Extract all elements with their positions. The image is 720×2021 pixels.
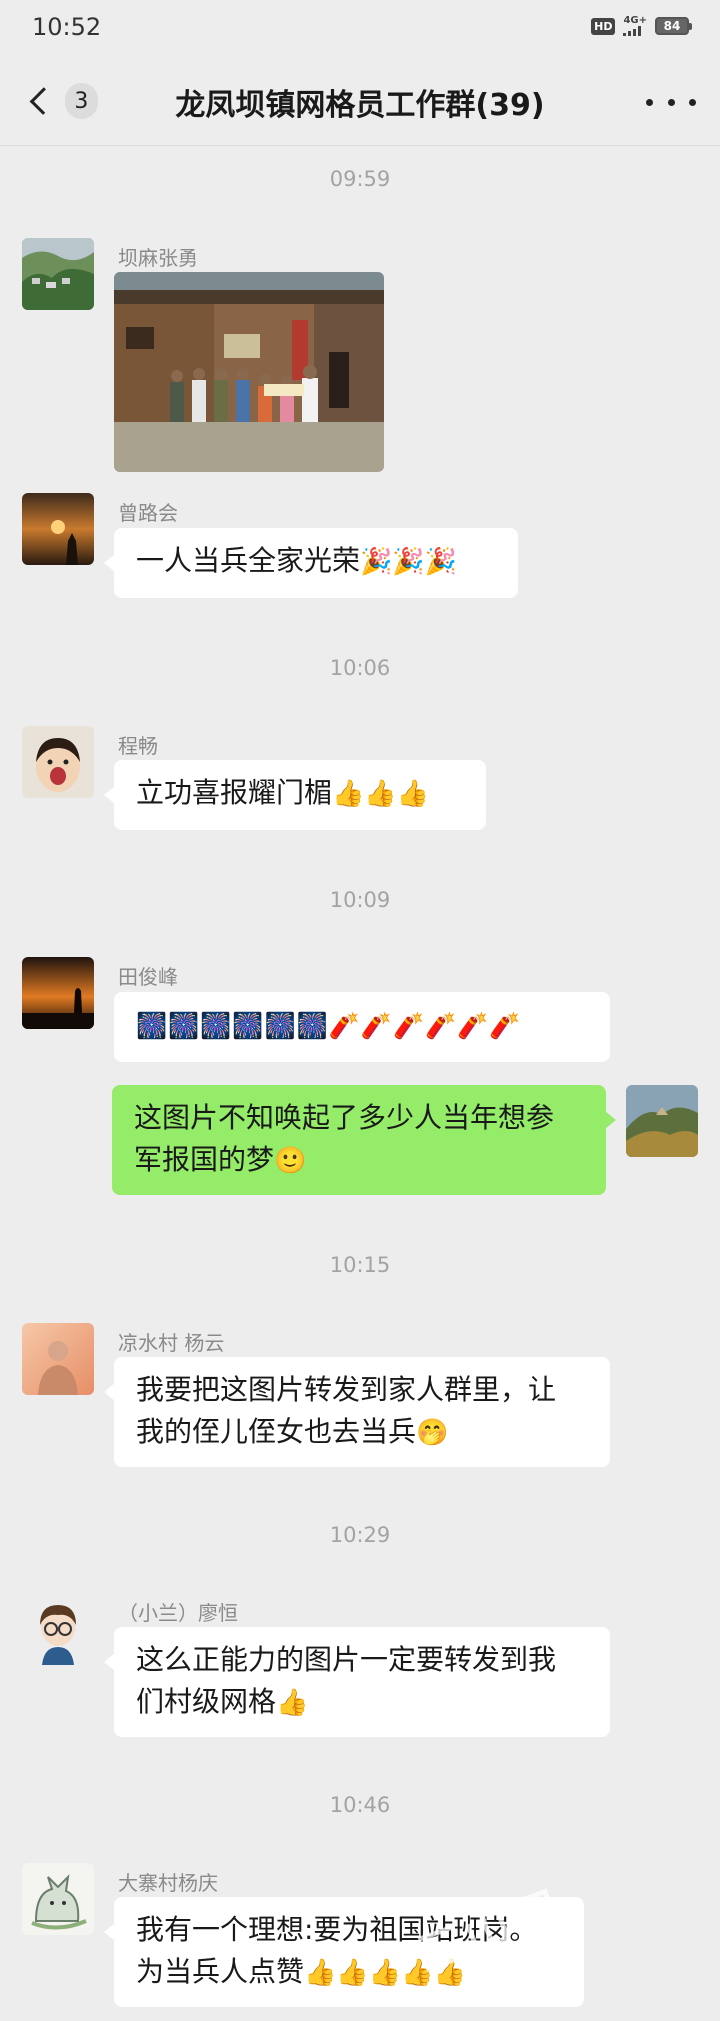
timestamp: 10:06 [329,656,391,680]
avatar[interactable] [22,726,94,798]
message-text: 立功喜报耀门楣 [136,776,333,809]
status-icons: HD 4G+ 84 [591,16,692,36]
message-text-line1: 我要把这图片转发到家人群里，让 [136,1373,557,1406]
avatar[interactable] [22,1863,94,1935]
thumbs-up-emoji: 👍👍👍 [332,779,430,809]
photo-message[interactable] [114,272,384,472]
hd-icon: HD [591,17,616,35]
sender-name: 田俊峰 [118,965,178,989]
signal-icon: 4G+ [623,16,647,36]
avatar[interactable] [22,493,94,565]
sender-name: 大寨村杨庆 [118,1871,218,1895]
sender-name: 凉水村 杨云 [118,1331,225,1355]
timestamp: 10:09 [329,888,391,912]
message-text-line2: 们村级网格 [136,1685,277,1718]
message-bubble[interactable]: 我要把这图片转发到家人群里，让 我的侄儿侄女也去当兵🤭 [104,1357,610,1467]
timestamp: 10:15 [329,1253,391,1277]
network-type: 4G+ [623,15,647,26]
thumbs-up-emoji: 👍 [276,1688,309,1718]
smile-emoji: 🙂 [274,1146,307,1176]
my-message-bubble[interactable]: 这图片不知唤起了多少人当年想参 军报国的梦🙂 [112,1085,616,1195]
party-popper-emoji: 🎉🎉🎉 [360,547,458,577]
chat-header: 3 龙凤坝镇网格员工作群(39) [0,58,720,146]
avatar[interactable] [22,1323,94,1395]
avatar[interactable] [22,1593,94,1665]
more-dots-icon [646,98,653,106]
sender-name: 坝麻张勇 [118,246,198,270]
timestamp: 10:29 [329,1523,391,1547]
timestamp: 09:59 [329,167,391,191]
fireworks-firecracker-emoji: 🎆🎆🎆🎆🎆🎆🧨🧨🧨🧨🧨🧨 [136,1011,522,1040]
unread-count-badge: 3 [64,83,98,119]
chat-title: 龙凤坝镇网格员工作群(39) [175,88,545,123]
status-bar: 10:52 HD 4G+ 84 [0,0,720,58]
back-button[interactable]: 3 [22,78,98,124]
sender-name: 曾路会 [118,501,178,525]
more-options-button[interactable] [646,84,696,120]
message-text-line1: 这图片不知唤起了多少人当年想参 [134,1101,555,1134]
message-bubble[interactable]: 🎆🎆🎆🎆🎆🎆🧨🧨🧨🧨🧨🧨 [114,992,610,1062]
message-text-line2: 我的侄儿侄女也去当兵 [136,1415,417,1448]
status-time: 10:52 [32,13,102,41]
message-bubble[interactable]: 立功喜报耀门楣👍👍👍 [104,760,486,830]
chevron-left-icon [29,87,58,115]
message-text: 一人当兵全家光荣 [136,544,361,577]
message-bubble[interactable]: 一人当兵全家光荣🎉🎉🎉 [104,528,518,598]
avatar[interactable] [22,957,94,1029]
message-text-line1: 这么正能力的图片一定要转发到我 [136,1643,557,1676]
battery-level: 84 [655,17,689,35]
signal-bars [623,26,642,36]
timestamp: 10:46 [329,1793,391,1817]
sender-name: 程畅 [118,734,158,758]
my-avatar[interactable] [626,1085,698,1157]
avatar[interactable] [22,238,94,310]
battery-icon: 84 [655,17,692,35]
message-text-line2: 军报国的梦 [134,1143,275,1176]
message-text-line2: 为当兵人点赞 [136,1955,305,1988]
sender-name: （小兰）廖恒 [118,1601,238,1625]
message-bubble[interactable]: 这么正能力的图片一定要转发到我 们村级网格👍 [104,1627,610,1737]
thinking-emoji: 🤭 [416,1418,449,1448]
